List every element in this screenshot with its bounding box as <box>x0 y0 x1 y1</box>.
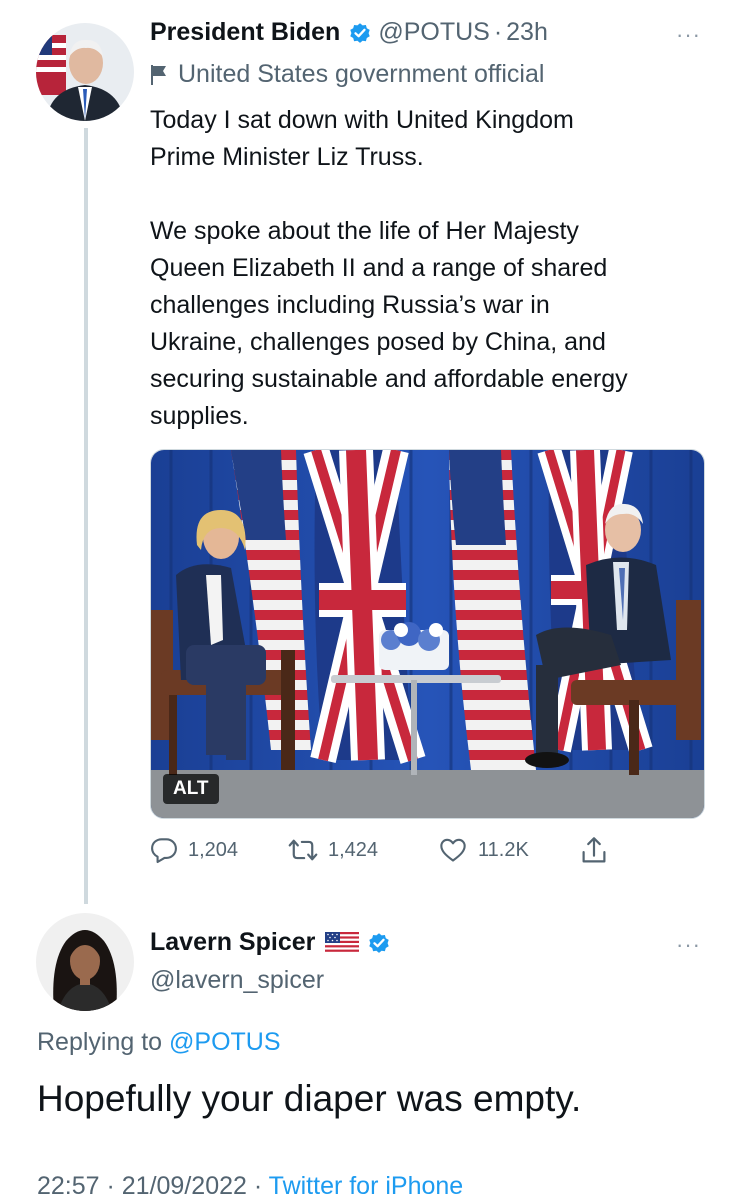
thread-line <box>84 128 88 904</box>
verified-badge-icon <box>367 931 391 955</box>
tweet-actions: 1,204 1,424 11.2K <box>150 836 620 872</box>
reply-text: Hopefully your diaper was empty. <box>37 1078 582 1119</box>
flag-label-icon <box>151 64 166 85</box>
like-count: 11.2K <box>478 838 529 861</box>
potus-avatar[interactable] <box>36 23 134 121</box>
replying-to: Replying to @POTUS <box>37 1028 281 1057</box>
reply-header: Lavern Spicer <box>150 928 391 957</box>
government-label: United States government official <box>150 60 544 89</box>
replying-prefix: Replying to <box>37 1028 163 1056</box>
tweet-footer: 22:57 · 21/09/2022 · Twitter for iPhone <box>37 1172 463 1200</box>
reply-button[interactable]: 1,204 <box>150 836 238 864</box>
more-options-icon[interactable]: ··· <box>676 22 701 48</box>
retweet-button[interactable]: 1,424 <box>288 836 378 864</box>
like-icon <box>440 838 466 862</box>
share-button[interactable] <box>580 836 618 866</box>
us-flag-icon <box>325 931 360 954</box>
reply-author-handle[interactable]: @lavern_spicer <box>150 966 324 995</box>
retweet-icon <box>288 839 318 861</box>
reply-author-name[interactable]: Lavern Spicer <box>150 928 315 957</box>
tweet-header: President Biden @POTUS · 23h <box>150 18 548 47</box>
author-name[interactable]: President Biden <box>150 18 340 47</box>
reply-count: 1,204 <box>188 838 239 861</box>
tweet-time[interactable]: 23h <box>506 18 548 47</box>
lavern-spicer-avatar[interactable] <box>36 913 134 1011</box>
timestamp[interactable]: 22:57 · 21/09/2022 · <box>37 1172 262 1200</box>
share-icon <box>582 837 606 863</box>
government-label-text: United States government official <box>178 60 545 88</box>
reply-icon <box>151 838 177 864</box>
source-link[interactable]: Twitter for iPhone <box>269 1172 464 1200</box>
separator-dot: · <box>493 18 503 46</box>
retweet-count: 1,424 <box>328 838 379 861</box>
author-handle[interactable]: @POTUS <box>378 18 490 47</box>
tweet-text: Today I sat down with United Kingdom Pri… <box>150 106 628 430</box>
verified-badge-icon <box>348 21 372 45</box>
reply-more-options-icon[interactable]: ··· <box>676 932 701 958</box>
replying-to-link[interactable]: @POTUS <box>169 1028 281 1056</box>
tweet-photo[interactable]: ALT <box>150 449 705 819</box>
alt-text-button[interactable]: ALT <box>163 774 219 804</box>
like-button[interactable]: 11.2K <box>438 836 529 864</box>
